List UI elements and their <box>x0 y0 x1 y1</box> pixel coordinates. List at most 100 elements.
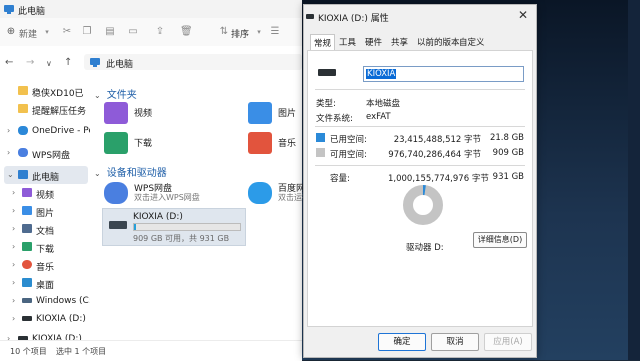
chevron-right-icon[interactable]: › <box>12 260 15 269</box>
sidebar-item-desktop[interactable]: › 桌面 <box>4 274 88 292</box>
sort-icon: ⇅ <box>219 26 229 37</box>
general-tab-panel: KIOXIA 类型: 本地磁盘 文件系统: exFAT 已用空间: 23,415… <box>307 50 533 327</box>
tab-hardware[interactable]: 硬件 <box>362 34 385 50</box>
drive-space-text: 909 GB 可用，共 931 GB <box>133 234 230 243</box>
close-icon[interactable]: ✕ <box>518 8 528 22</box>
volume-name-field[interactable]: KIOXIA <box>363 66 524 82</box>
tab-customize[interactable]: 自定义 <box>456 34 488 50</box>
chevron-right-icon[interactable]: › <box>12 314 15 323</box>
chevron-right-icon[interactable]: › <box>12 296 15 305</box>
divider <box>315 126 525 127</box>
up-arrow-icon[interactable]: ↑ <box>64 57 72 68</box>
used-space-bytes: 23,415,488,512 字节 <box>393 135 481 145</box>
folder-icon <box>18 86 28 95</box>
sidebar-item-music[interactable]: › 音乐 <box>4 256 88 274</box>
folder-name: 下载 <box>134 139 153 149</box>
sidebar-item-drive-c[interactable]: › Windows (C:) <box>4 292 95 310</box>
chevron-right-icon[interactable]: › <box>12 278 15 287</box>
content-pane[interactable]: ⌄ 文件夹 视频 图片 下载 音乐 ⌄ 设备和驱动器 WPS网盘 双击进入WPS网盘… <box>90 78 342 340</box>
apply-button[interactable]: 应用(A) <box>484 333 532 351</box>
free-space-bytes: 976,740,286,464 字节 <box>388 150 481 160</box>
chevron-right-icon[interactable]: › <box>12 188 15 197</box>
drive-letter-label: 驱动器 D: <box>406 243 444 253</box>
chevron-right-icon[interactable]: › <box>7 126 10 135</box>
explorer-titlebar[interactable]: 此电脑 <box>0 0 302 18</box>
address-path: 此电脑 <box>106 60 134 70</box>
tab-tools[interactable]: 工具 <box>336 34 359 50</box>
sidebar-item-drive-d[interactable]: › KIOXIA (D:) <box>4 310 88 328</box>
drive-icon <box>22 298 32 303</box>
forward-arrow-icon[interactable]: → <box>26 57 34 68</box>
chevron-down-icon[interactable]: ⌄ <box>94 169 101 178</box>
sidebar-item-label: 桌面 <box>36 281 55 291</box>
recent-chevron-icon[interactable]: ∨ <box>46 59 52 68</box>
tab-sharing[interactable]: 共享 <box>388 34 411 50</box>
chevron-right-icon[interactable]: › <box>12 224 15 233</box>
sort-chevron-icon[interactable]: ▾ <box>254 27 264 37</box>
sidebar-item-pictures[interactable]: › 图片 <box>4 202 88 220</box>
copy-icon[interactable]: ❐ <box>82 27 92 37</box>
free-space-label: 可用空间: <box>330 150 367 160</box>
chevron-right-icon[interactable]: › <box>12 242 15 251</box>
tab-general[interactable]: 常规 <box>310 34 336 51</box>
chevron-down-icon[interactable]: ⌄ <box>7 170 14 179</box>
cancel-button[interactable]: 取消 <box>431 333 479 351</box>
back-arrow-icon[interactable]: ← <box>5 57 13 68</box>
chevron-down-icon[interactable]: ⌄ <box>94 91 101 100</box>
sidebar-item-onedrive[interactable]: › OneDrive - Pers <box>4 122 102 140</box>
free-space-gb: 909 GB <box>492 148 524 158</box>
sidebar-item-label: 音乐 <box>36 263 55 273</box>
delete-icon[interactable]: 🗑 <box>180 27 193 37</box>
sidebar-item-this-pc[interactable]: ⌄ 此电脑 <box>4 166 88 184</box>
sidebar-item-wps[interactable]: › WPS网盘 <box>4 144 88 162</box>
drive-usage-bar <box>133 223 241 231</box>
paste-icon[interactable]: ▤ <box>105 27 115 37</box>
document-icon <box>22 224 32 233</box>
folder-tile-downloads[interactable]: 下载 <box>90 130 200 158</box>
computer-icon <box>18 170 28 179</box>
chevron-right-icon[interactable]: › <box>12 206 15 215</box>
address-bar[interactable]: 此电脑 <box>84 54 302 70</box>
devices-heading: 设备和驱动器 <box>106 168 167 179</box>
cloud-icon <box>18 126 28 135</box>
sidebar-item-documents[interactable]: › 文档 <box>4 220 88 238</box>
share-icon[interactable]: ⇪ <box>155 27 165 37</box>
sidebar-item-label: 提醒解压任务 <box>32 107 87 117</box>
filesystem-value: exFAT <box>366 112 391 122</box>
view-icon[interactable]: ☰ <box>270 27 280 37</box>
explorer-title: 此电脑 <box>18 7 46 17</box>
used-space-swatch <box>316 133 325 142</box>
details-button[interactable]: 详细信息(D) <box>473 232 527 248</box>
tab-strip: 常规 工具 硬件 共享 以前的版本 自定义 <box>306 34 534 51</box>
cut-icon[interactable]: ✂ <box>62 27 72 37</box>
devices-group-header[interactable]: ⌄ 设备和驱动器 <box>94 164 167 179</box>
device-tile-wps[interactable]: WPS网盘 双击进入WPS网盘 <box>90 180 200 208</box>
chevron-right-icon[interactable]: › <box>7 148 10 157</box>
chevron-down-icon[interactable]: ▾ <box>42 27 52 37</box>
drive-tile-kioxia[interactable]: KIOXIA (D:) 909 GB 可用，共 931 GB <box>102 208 246 246</box>
ok-button[interactable]: 确定 <box>378 333 426 351</box>
download-icon <box>22 242 32 251</box>
folders-group-header[interactable]: ⌄ 文件夹 <box>94 86 137 101</box>
new-button[interactable]: 新建 <box>19 27 37 40</box>
wps-cloud-icon <box>18 148 28 157</box>
sidebar-item-label: 此电脑 <box>32 173 60 183</box>
desktop-edge <box>628 0 640 360</box>
rename-icon[interactable]: ▭ <box>128 27 138 37</box>
sidebar-item-folder-2[interactable]: 提醒解压任务 <box>4 100 88 118</box>
folder-tile-videos[interactable]: 视频 <box>90 100 200 128</box>
sidebar-item-videos[interactable]: › 视频 <box>4 184 88 202</box>
disk-usage-donut <box>403 185 443 225</box>
folder-name: 视频 <box>134 109 153 119</box>
navigation-pane[interactable]: 稳侠XD10已 提醒解压任务 › OneDrive - Pers › WPS网盘… <box>0 78 102 344</box>
sidebar-item-folder-1[interactable]: 稳侠XD10已 <box>4 82 88 100</box>
capacity-label: 容量: <box>330 174 350 184</box>
used-space-label: 已用空间: <box>330 135 367 145</box>
music-icon <box>22 260 32 269</box>
sort-button[interactable]: 排序 <box>231 27 249 40</box>
address-bar-row: ← → ∨ ↑ 此电脑 <box>0 46 302 78</box>
wps-cloud-icon <box>104 182 128 204</box>
drive-usage-fill <box>134 224 137 230</box>
sidebar-item-downloads[interactable]: › 下载 <box>4 238 88 256</box>
command-bar: ⊕ 新建 ▾ ✂ ❐ ▤ ▭ ⇪ 🗑 ⇅ 排序 ▾ ☰ <box>0 18 302 47</box>
